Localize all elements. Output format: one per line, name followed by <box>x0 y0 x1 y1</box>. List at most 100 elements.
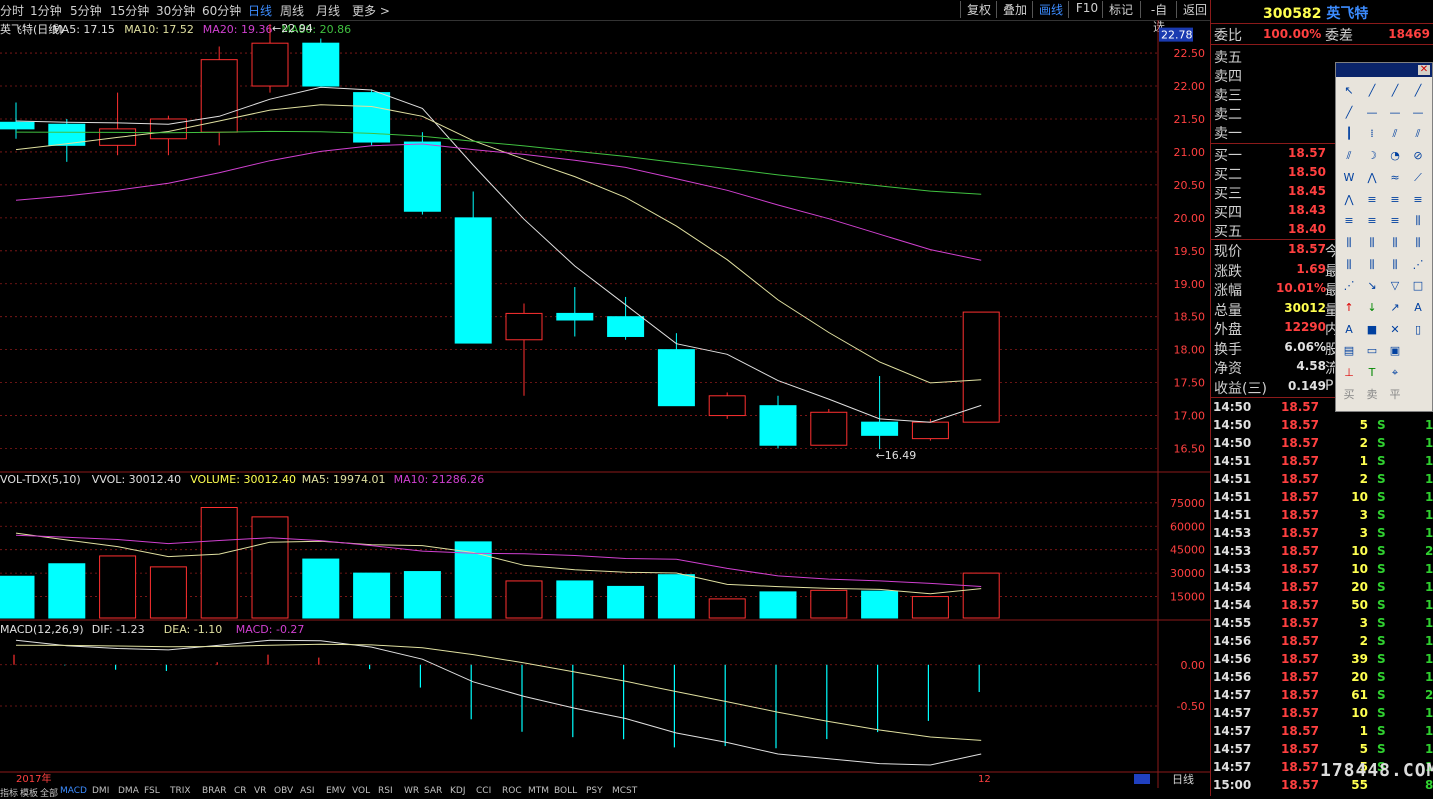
drawing-tool-icon[interactable]: ▣ <box>1386 343 1404 359</box>
toolbar-button-6[interactable]: 返回 <box>1176 1 1213 18</box>
indicator-tab[interactable]: KDJ <box>450 786 466 796</box>
drawing-tool-icon[interactable]: ⊥ <box>1340 365 1358 381</box>
indicator-tab[interactable]: PSY <box>586 786 603 796</box>
drawing-tool-icon[interactable]: 平 <box>1386 387 1404 403</box>
toolbar-button-1[interactable]: 叠加 <box>996 1 1033 18</box>
indicator-tab[interactable]: RSI <box>378 786 393 796</box>
indicator-tab[interactable]: WR <box>404 786 419 796</box>
period-tab-0[interactable]: 分时 <box>0 2 24 19</box>
toolbar-button-5[interactable]: -自选 <box>1140 1 1177 34</box>
period-tab-9[interactable]: 更多 > <box>352 2 390 19</box>
drawing-tool-icon[interactable]: ☽ <box>1363 148 1381 164</box>
drawing-tool-icon[interactable]: A <box>1340 322 1358 338</box>
drawing-tool-icon[interactable]: ⫽ <box>1340 148 1358 164</box>
period-tab-3[interactable]: 15分钟 <box>110 2 149 19</box>
indicator-tab[interactable]: ASI <box>300 786 315 796</box>
drawing-tool-icon[interactable]: ⫼ <box>1386 257 1404 273</box>
indicator-tab[interactable]: SAR <box>424 786 442 796</box>
drawing-tool-icon[interactable]: ⟋ <box>1409 170 1427 186</box>
drawing-tool-icon[interactable]: ⫽ <box>1386 126 1404 142</box>
indicator-tab[interactable]: 全部 <box>40 786 58 799</box>
drawing-tool-icon[interactable]: — <box>1409 105 1427 121</box>
indicator-tab[interactable]: MACD <box>60 786 87 796</box>
toolbar-button-2[interactable]: 画线 <box>1032 1 1069 18</box>
period-tab-2[interactable]: 5分钟 <box>70 2 102 19</box>
indicator-tab[interactable]: TRIX <box>170 786 191 796</box>
indicator-tab[interactable]: ROC <box>502 786 522 796</box>
drawing-tool-icon[interactable]: ╱ <box>1409 83 1427 99</box>
drawing-tool-icon[interactable]: T <box>1363 365 1381 381</box>
indicator-tab[interactable]: BOLL <box>554 786 577 796</box>
drawing-tool-icon[interactable]: W <box>1340 170 1358 186</box>
period-tab-7[interactable]: 周线 <box>280 2 304 19</box>
drawing-tool-icon[interactable]: ⫽ <box>1409 126 1427 142</box>
period-tab-1[interactable]: 1分钟 <box>30 2 62 19</box>
period-tab-4[interactable]: 30分钟 <box>156 2 195 19</box>
indicator-tab[interactable]: EMV <box>326 786 346 796</box>
drawing-tool-icon[interactable]: □ <box>1409 278 1427 294</box>
indicator-tab[interactable]: CCI <box>476 786 491 796</box>
indicator-tab[interactable]: FSL <box>144 786 160 796</box>
indicator-tab[interactable]: VR <box>254 786 266 796</box>
drawing-tool-icon[interactable]: ≡ <box>1409 192 1427 208</box>
drawing-tool-icon[interactable]: ↓ <box>1363 300 1381 316</box>
toolbar-button-0[interactable]: 复权 <box>960 1 997 18</box>
close-icon[interactable]: ✕ <box>1418 65 1430 75</box>
drawing-tool-icon[interactable]: ↑ <box>1340 300 1358 316</box>
drawing-tool-icon[interactable]: ╱ <box>1340 105 1358 121</box>
drawing-tool-icon[interactable]: ■ <box>1363 322 1381 338</box>
drawing-tool-icon[interactable]: ▤ <box>1340 343 1358 359</box>
indicator-tab[interactable]: MTM <box>528 786 549 796</box>
drawing-tool-icon[interactable]: ╱ <box>1363 83 1381 99</box>
period-tab-8[interactable]: 月线 <box>316 2 340 19</box>
drawing-tool-icon[interactable]: ⫼ <box>1340 257 1358 273</box>
drawing-tool-icon[interactable]: 买 <box>1340 387 1358 403</box>
drawing-tool-icon[interactable]: ⁞ <box>1363 126 1381 142</box>
drawing-tool-icon[interactable]: ≡ <box>1363 213 1381 229</box>
drawing-tool-icon[interactable]: ✕ <box>1386 322 1404 338</box>
drawing-tool-icon[interactable]: ⫼ <box>1363 235 1381 251</box>
drawing-tool-icon[interactable]: ╱ <box>1386 83 1404 99</box>
indicator-tab[interactable]: BRAR <box>202 786 226 796</box>
toolbar-button-3[interactable]: F10 <box>1068 1 1105 18</box>
drawing-tool-icon[interactable]: ↘ <box>1363 278 1381 294</box>
drawing-tool-icon[interactable]: ≡ <box>1340 213 1358 229</box>
drawing-tool-icon[interactable]: ⫼ <box>1363 257 1381 273</box>
drawing-tool-icon[interactable]: ↖ <box>1340 83 1358 99</box>
drawing-tool-icon[interactable]: ⫼ <box>1340 235 1358 251</box>
drawing-tool-icon[interactable]: — <box>1386 105 1404 121</box>
indicator-tab[interactable]: 指标 <box>0 786 18 799</box>
drawing-tool-icon[interactable]: ≡ <box>1363 192 1381 208</box>
drawing-tool-icon[interactable]: ↗ <box>1386 300 1404 316</box>
drawing-tool-icon[interactable]: ⋀ <box>1340 192 1358 208</box>
drawing-tool-icon[interactable]: ⌖ <box>1386 365 1404 381</box>
drawing-tool-icon[interactable]: ⋀ <box>1363 170 1381 186</box>
indicator-tab[interactable]: MCST <box>612 786 637 796</box>
drawing-tool-icon[interactable]: — <box>1363 105 1381 121</box>
drawing-tool-icon[interactable]: 卖 <box>1363 387 1381 403</box>
indicator-tab[interactable]: VOL <box>352 786 370 796</box>
drawing-tool-icon[interactable]: ▽ <box>1386 278 1404 294</box>
drawing-tool-icon[interactable]: ⫼ <box>1409 235 1427 251</box>
drawing-tool-icon[interactable]: ≡ <box>1386 213 1404 229</box>
drawing-tool-icon[interactable]: ▯ <box>1409 322 1427 338</box>
drawing-tool-icon[interactable]: ◔ <box>1386 148 1404 164</box>
indicator-tab[interactable]: CR <box>234 786 247 796</box>
drawing-tool-icon[interactable]: ⫼ <box>1409 213 1427 229</box>
drawing-tool-icon[interactable]: ▭ <box>1363 343 1381 359</box>
indicator-tab[interactable]: 模板 <box>20 786 38 799</box>
drawing-tool-icon[interactable]: ⋰ <box>1409 257 1427 273</box>
drawing-tool-icon[interactable]: ⊘ <box>1409 148 1427 164</box>
indicator-tab[interactable]: DMA <box>118 786 139 796</box>
drawing-tool-icon[interactable]: ≡ <box>1386 192 1404 208</box>
period-tab-6[interactable]: 日线 <box>248 2 272 19</box>
indicator-tab[interactable]: OBV <box>274 786 293 796</box>
drawing-tool-icon[interactable]: ⫼ <box>1386 235 1404 251</box>
drawing-tool-icon[interactable]: ┃ <box>1340 126 1358 142</box>
toolbar-button-4[interactable]: 标记 <box>1102 1 1139 18</box>
indicator-tab[interactable]: DMI <box>92 786 109 796</box>
drawing-tool-icon[interactable]: ⋰ <box>1340 278 1358 294</box>
drawing-tool-icon[interactable]: ≈ <box>1386 170 1404 186</box>
period-tab-5[interactable]: 60分钟 <box>202 2 241 19</box>
drawing-tool-icon[interactable]: A <box>1409 300 1427 316</box>
